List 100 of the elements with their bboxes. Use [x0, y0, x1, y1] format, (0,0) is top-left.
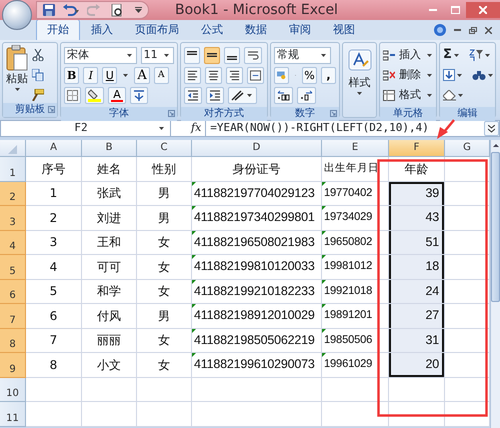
- empty-cell[interactable]: [137, 402, 192, 426]
- row-header[interactable]: 5: [0, 255, 26, 280]
- caret-icon[interactable]: [247, 94, 252, 96]
- undo-icon[interactable]: [63, 4, 79, 16]
- increase-indent-button[interactable]: [206, 86, 224, 104]
- cells-menu-button[interactable]: 格式: [383, 86, 434, 104]
- format-painter-icon[interactable]: [32, 89, 44, 101]
- column-header[interactable]: F: [389, 140, 445, 157]
- ribbon-tab[interactable]: 审阅: [278, 19, 322, 40]
- decrease-decimal-button[interactable]: [297, 86, 316, 104]
- row-header[interactable]: 4: [0, 230, 26, 255]
- caret-icon[interactable]: [454, 54, 459, 56]
- column-header[interactable]: E: [322, 140, 389, 157]
- comma-button[interactable]: ,: [321, 66, 336, 84]
- row-header[interactable]: 9: [0, 353, 26, 378]
- borders-button[interactable]: [64, 86, 81, 104]
- column-header[interactable]: G: [445, 140, 490, 157]
- empty-cell[interactable]: [192, 378, 322, 402]
- caret-icon[interactable]: [164, 54, 169, 56]
- column-header[interactable]: A: [26, 140, 82, 157]
- caret-icon[interactable]: [488, 74, 493, 76]
- caret-icon[interactable]: [14, 88, 20, 90]
- fill-color-button[interactable]: [85, 86, 104, 104]
- row-header[interactable]: 7: [0, 304, 26, 328]
- caret-icon[interactable]: [457, 74, 462, 76]
- caret-icon[interactable]: [126, 54, 132, 56]
- italic-button[interactable]: I: [83, 66, 98, 84]
- top-align-button[interactable]: [184, 46, 200, 64]
- empty-cell[interactable]: [389, 402, 445, 426]
- empty-cell[interactable]: [192, 402, 322, 426]
- font-size-field[interactable]: 11: [140, 46, 174, 64]
- caret-icon[interactable]: [427, 74, 432, 76]
- close-button[interactable]: [466, 2, 500, 18]
- grow-font-button[interactable]: A: [134, 66, 150, 84]
- row-header[interactable]: 8: [0, 328, 26, 353]
- find-button[interactable]: [472, 69, 495, 81]
- cells-menu-button[interactable]: 删除: [383, 66, 434, 84]
- phonetic-button[interactable]: [130, 86, 148, 104]
- row-header[interactable]: 3: [0, 206, 26, 230]
- caret-icon[interactable]: [427, 94, 432, 96]
- scissors-icon[interactable]: [32, 49, 44, 61]
- caret-icon[interactable]: [427, 54, 432, 56]
- print-preview-icon[interactable]: [111, 4, 123, 16]
- close-icon[interactable]: [485, 26, 492, 34]
- scrollbar-thumb[interactable]: [491, 152, 500, 302]
- align-center-button[interactable]: [205, 66, 222, 84]
- column-header[interactable]: B: [82, 140, 137, 157]
- align-left-button[interactable]: [184, 66, 201, 84]
- table-cell-text: 411882197340299801: [193, 209, 316, 226]
- empty-cell[interactable]: [82, 378, 137, 402]
- caret-icon[interactable]: [458, 94, 463, 96]
- column-header[interactable]: C: [137, 140, 192, 157]
- ribbon-tab[interactable]: 插入: [80, 19, 124, 40]
- empty-cell[interactable]: [389, 378, 445, 402]
- number-format-field[interactable]: 常规: [274, 46, 331, 64]
- help-icon[interactable]: [434, 24, 446, 36]
- ribbon-tab[interactable]: 开始: [36, 19, 80, 40]
- row-header[interactable]: 1: [0, 157, 26, 182]
- bold-button[interactable]: B: [64, 66, 80, 84]
- font-name-field[interactable]: 宋体: [64, 46, 137, 64]
- customize-icon[interactable]: [135, 7, 142, 13]
- font-color-button[interactable]: A: [108, 86, 126, 104]
- row-header[interactable]: 6: [0, 280, 26, 304]
- office-button[interactable]: [2, 0, 32, 30]
- copy-icon[interactable]: [32, 69, 44, 81]
- fill-button[interactable]: [443, 69, 464, 81]
- row-header[interactable]: 2: [0, 182, 26, 206]
- decrease-indent-button[interactable]: [184, 86, 202, 104]
- orientation-button[interactable]: [228, 86, 257, 104]
- paste-button[interactable]: 粘贴: [6, 45, 28, 101]
- underline-button[interactable]: U: [102, 66, 118, 84]
- empty-cell[interactable]: [137, 378, 192, 402]
- autosum-button[interactable]: Σ: [443, 45, 461, 65]
- wrap-text-button[interactable]: [244, 46, 262, 64]
- caret-icon[interactable]: [357, 92, 362, 94]
- increase-decimal-button[interactable]: [274, 86, 293, 104]
- sort-filter-button[interactable]: [468, 48, 492, 62]
- restore-icon[interactable]: [469, 26, 477, 34]
- caret-icon[interactable]: [123, 74, 128, 76]
- shrink-font-button[interactable]: A: [154, 66, 169, 84]
- column-header[interactable]: D: [192, 140, 322, 157]
- middle-align-button[interactable]: [204, 46, 220, 64]
- row-header[interactable]: 10: [0, 378, 26, 402]
- ribbon-tab[interactable]: 页面布局: [124, 19, 190, 40]
- caret-icon[interactable]: [321, 54, 326, 56]
- merge-button[interactable]: [247, 66, 264, 84]
- save-icon[interactable]: [43, 4, 55, 16]
- clear-button[interactable]: [443, 90, 465, 100]
- ribbon-tab[interactable]: 数据: [234, 19, 278, 40]
- ribbon-tab[interactable]: 视图: [322, 19, 366, 40]
- caret-icon[interactable]: [484, 54, 490, 56]
- row-header[interactable]: 11: [0, 402, 26, 426]
- empty-cell[interactable]: [322, 378, 389, 402]
- empty-cell[interactable]: [322, 402, 389, 426]
- percent-button[interactable]: %: [302, 66, 317, 84]
- align-right-button[interactable]: [226, 66, 243, 84]
- bottom-align-button[interactable]: [224, 46, 240, 64]
- ribbon-tab[interactable]: 公式: [190, 19, 234, 40]
- empty-cell[interactable]: [82, 402, 137, 426]
- cells-menu-button[interactable]: 插入: [383, 46, 434, 64]
